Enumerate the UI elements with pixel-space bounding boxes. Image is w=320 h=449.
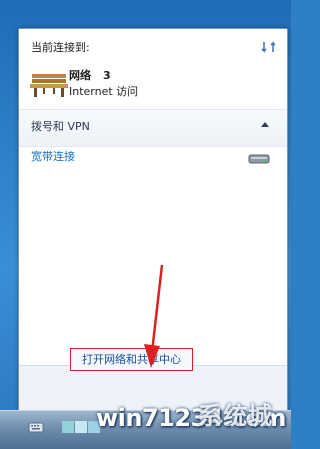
modem-icon bbox=[248, 154, 270, 164]
watermark-suffix: 系统城 bbox=[198, 402, 273, 430]
collapse-chevron-icon[interactable] bbox=[261, 121, 269, 127]
refresh-icon[interactable] bbox=[260, 39, 278, 55]
network-name: 网络 bbox=[69, 69, 91, 82]
network-bench-icon bbox=[30, 74, 68, 97]
network-access-status: Internet 访问 bbox=[69, 85, 139, 98]
keyboard-icon[interactable] bbox=[28, 420, 44, 434]
current-connection-label: 当前连接到: bbox=[31, 41, 90, 54]
network-number: 3 bbox=[103, 69, 111, 82]
open-network-sharing-center-link[interactable]: 打开网络和共享中心 bbox=[70, 348, 193, 371]
broadband-connection-item[interactable]: 宽带连接 bbox=[31, 150, 75, 164]
dialup-section-label: 拨号和 VPN bbox=[31, 120, 90, 133]
dialup-section-header[interactable]: 拨号和 VPN bbox=[19, 109, 287, 147]
